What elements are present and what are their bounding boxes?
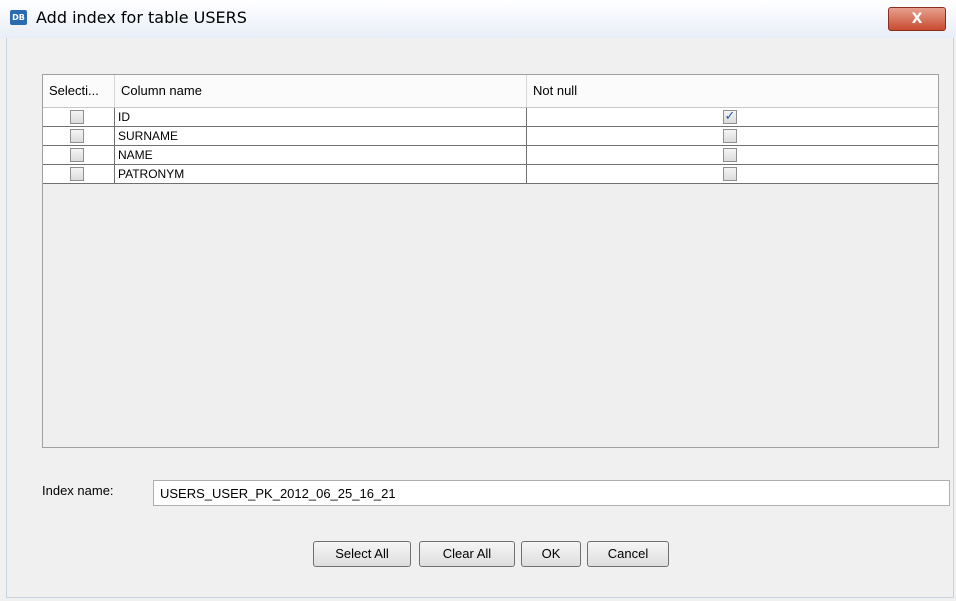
column-name-cell: PATRONYM <box>115 165 527 183</box>
column-name: SURNAME <box>118 129 179 143</box>
not-null-cell: ✓ <box>527 108 938 126</box>
not-null-cell <box>527 127 938 145</box>
header-selection[interactable]: Selecti... <box>43 75 115 107</box>
table-header: Selecti... Column name Not null <box>43 75 938 108</box>
window-title: Add index for table USERS <box>36 8 247 27</box>
columns-table: Selecti... Column name Not null ID ✓ SUR… <box>42 74 939 448</box>
dialog-window: DB Add index for table USERS X Selecti..… <box>0 0 956 601</box>
check-icon: ✓ <box>724 109 736 124</box>
index-name-label: Index name: <box>42 483 114 498</box>
table-row[interactable]: NAME <box>43 146 938 165</box>
table-body: ID ✓ SURNAME NAME PATRONYM <box>43 108 938 184</box>
index-name-input[interactable] <box>153 480 950 506</box>
not-null-checkbox[interactable] <box>723 148 737 162</box>
selection-checkbox[interactable] <box>70 148 84 162</box>
selection-checkbox[interactable] <box>70 110 84 124</box>
column-name: ID <box>118 110 130 124</box>
selection-cell <box>43 127 115 145</box>
not-null-checkbox[interactable]: ✓ <box>723 109 737 124</box>
cancel-button[interactable]: Cancel <box>587 541 669 567</box>
header-not-null[interactable]: Not null <box>527 75 938 107</box>
select-all-button[interactable]: Select All <box>313 541 411 567</box>
header-column-name[interactable]: Column name <box>115 75 527 107</box>
column-name-cell: NAME <box>115 146 527 164</box>
dialog-content: Selecti... Column name Not null ID ✓ SUR… <box>6 38 954 598</box>
table-row[interactable]: SURNAME <box>43 127 938 146</box>
not-null-cell <box>527 146 938 164</box>
table-row[interactable]: PATRONYM <box>43 165 938 184</box>
selection-cell <box>43 165 115 183</box>
title-bar: DB Add index for table USERS X <box>0 0 956 38</box>
selection-checkbox[interactable] <box>70 129 84 143</box>
column-name: PATRONYM <box>118 167 185 181</box>
column-name-cell: SURNAME <box>115 127 527 145</box>
column-name: NAME <box>118 148 153 162</box>
close-icon: X <box>911 11 923 27</box>
table-row[interactable]: ID ✓ <box>43 108 938 127</box>
not-null-cell <box>527 165 938 183</box>
selection-checkbox[interactable] <box>70 167 84 181</box>
clear-all-button[interactable]: Clear All <box>419 541 515 567</box>
ok-button[interactable]: OK <box>521 541 581 567</box>
app-icon: DB <box>10 10 27 25</box>
selection-cell <box>43 108 115 126</box>
not-null-checkbox[interactable] <box>723 167 737 181</box>
selection-cell <box>43 146 115 164</box>
close-button[interactable]: X <box>888 7 946 31</box>
column-name-cell: ID <box>115 108 527 126</box>
not-null-checkbox[interactable] <box>723 129 737 143</box>
